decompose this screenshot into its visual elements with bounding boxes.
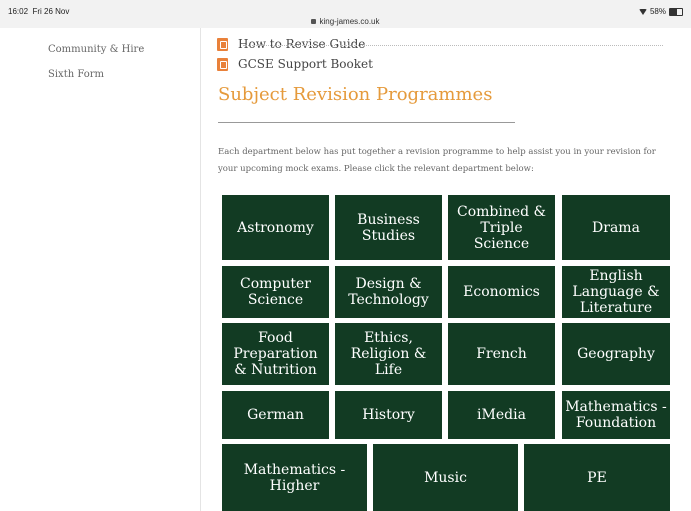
doc-link-label: GCSE Support Booket: [238, 57, 373, 71]
pdf-document-icon: [217, 57, 228, 71]
main-content: How to Revise Guide GCSE Support Booket …: [201, 28, 691, 511]
section-title: Subject Revision Programmes: [218, 84, 493, 105]
subject-tile-drama[interactable]: Drama: [562, 195, 670, 260]
subject-tile-economics[interactable]: Economics: [448, 266, 555, 318]
lock-icon: [311, 19, 317, 25]
subject-tile-french[interactable]: French: [448, 323, 555, 385]
status-indicators: 58%: [638, 7, 683, 16]
url-text: king-james.co.uk: [319, 17, 380, 26]
subject-tile-pe[interactable]: PE: [524, 444, 670, 511]
status-time: 16:02: [8, 7, 29, 16]
subject-tile-music[interactable]: Music: [373, 444, 518, 511]
dotted-divider: [243, 45, 663, 46]
pdf-document-icon: [217, 37, 228, 51]
subject-tile-ethics-religion-life[interactable]: Ethics, Religion & Life: [335, 323, 442, 385]
doc-link-gcse-support[interactable]: GCSE Support Booket: [217, 57, 373, 71]
title-underline: [218, 122, 515, 123]
doc-link-label: How to Revise Guide: [238, 37, 366, 51]
status-bar: 16:02 Fri 26 Nov king-james.co.uk 58%: [0, 0, 691, 28]
wifi-icon: [638, 8, 647, 15]
subject-tile-design-technology[interactable]: Design & Technology: [335, 266, 442, 318]
subject-tile-maths-higher[interactable]: Mathematics - Higher: [222, 444, 367, 511]
subject-tile-combined-triple-science[interactable]: Combined & Triple Science: [448, 195, 555, 260]
doc-link-revise-guide[interactable]: How to Revise Guide: [217, 37, 365, 51]
subject-tile-business-studies[interactable]: Business Studies: [335, 195, 442, 260]
subject-tile-computer-science[interactable]: Computer Science: [222, 266, 329, 318]
sidebar-item-community-hire[interactable]: Community & Hire: [48, 44, 144, 55]
subject-tile-maths-foundation[interactable]: Mathematics - Foundation: [562, 391, 670, 439]
battery-fill: [670, 8, 677, 15]
section-intro: Each department below has put together a…: [218, 147, 656, 174]
sidebar-item-sixth-form[interactable]: Sixth Form: [48, 69, 104, 80]
subject-tile-history[interactable]: History: [335, 391, 442, 439]
sidebar: Community & Hire Sixth Form: [0, 28, 200, 511]
battery-icon: [669, 7, 683, 16]
subject-tile-geography[interactable]: Geography: [562, 323, 670, 385]
subject-tile-english[interactable]: English Language & Literature: [562, 266, 670, 318]
subject-tile-food-preparation[interactable]: Food Preparation & Nutrition: [222, 323, 329, 385]
subject-tile-german[interactable]: German: [222, 391, 329, 439]
status-date: Fri 26 Nov: [32, 7, 70, 16]
status-time-date: 16:02 Fri 26 Nov: [8, 7, 69, 16]
subject-tile-imedia[interactable]: iMedia: [448, 391, 555, 439]
battery-percent: 58%: [649, 7, 666, 16]
subject-tile-astronomy[interactable]: Astronomy: [222, 195, 329, 260]
address-bar[interactable]: king-james.co.uk: [0, 17, 691, 26]
